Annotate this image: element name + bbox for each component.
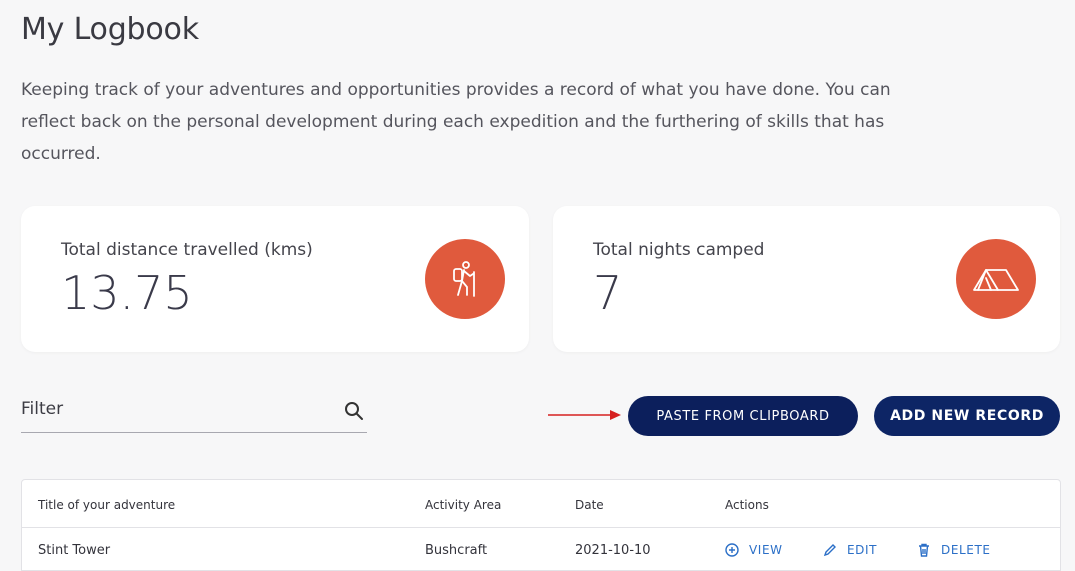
- column-header-date: Date: [575, 498, 604, 512]
- column-header-activity-area: Activity Area: [425, 498, 502, 512]
- distance-value: 13.75: [61, 266, 193, 320]
- distance-card: Total distance travelled (kms) 13.75: [21, 206, 529, 352]
- nights-card: Total nights camped 7: [553, 206, 1060, 352]
- tent-icon: [956, 239, 1036, 319]
- hiker-icon: [425, 239, 505, 319]
- logbook-table: Title of your adventure Activity Area Da…: [21, 479, 1061, 571]
- nights-value: 7: [593, 266, 623, 320]
- page-title: My Logbook: [21, 12, 199, 47]
- header-divider: [22, 527, 1060, 528]
- column-header-actions: Actions: [725, 498, 769, 512]
- search-icon[interactable]: [343, 400, 365, 422]
- annotation-arrow-icon: [548, 410, 621, 420]
- paste-from-clipboard-button[interactable]: PASTE FROM CLIPBOARD: [628, 396, 858, 436]
- row-title: Stint Tower: [38, 543, 111, 558]
- column-header-title: Title of your adventure: [38, 498, 176, 512]
- row-date: 2021-10-10: [575, 543, 651, 558]
- filter-field: [21, 392, 367, 433]
- filter-input[interactable]: [21, 396, 321, 422]
- add-new-record-button[interactable]: ADD NEW RECORD: [874, 396, 1060, 436]
- distance-label: Total distance travelled (kms): [61, 240, 313, 260]
- row-activity-area: Bushcraft: [425, 543, 488, 558]
- nights-label: Total nights camped: [593, 240, 765, 260]
- page-intro: Keeping track of your adventures and opp…: [21, 80, 891, 164]
